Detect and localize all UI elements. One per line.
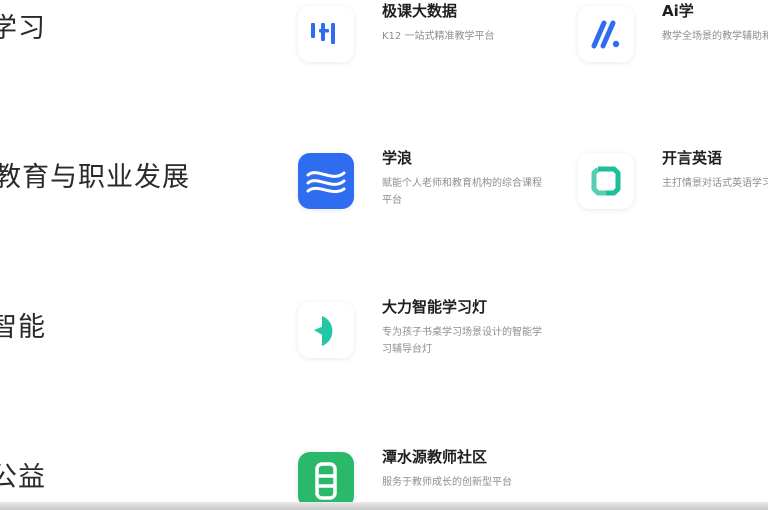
- tanshuiyuan-icon: [298, 452, 354, 508]
- jike-bars-icon: [298, 6, 354, 62]
- product-name: 极课大数据: [382, 2, 458, 20]
- product-desc: 教学全场景的教学辅助和资源平台: [662, 31, 768, 42]
- category-education-career: 教育与职业发展: [0, 162, 190, 193]
- page: 学习 教育与职业发展 智能 公益 极课大数据 K12 一站式精准教学平台 Ai学…: [0, 0, 768, 510]
- window-bottom-edge: [0, 502, 768, 510]
- category-smart: 智能: [0, 312, 46, 343]
- product-desc: 专为孩子书桌学习场景设计的智能学习辅导台灯: [382, 327, 542, 355]
- product-name: 潭水源教师社区: [382, 448, 488, 466]
- product-name: 开言英语: [662, 149, 723, 167]
- category-learning: 学习: [0, 13, 46, 44]
- product-desc: 主打情景对话式英语学习App: [662, 178, 768, 189]
- product-desc: K12 一站式精准教学平台: [382, 31, 495, 42]
- ai-xue-icon: [578, 6, 634, 62]
- product-desc: 赋能个人老师和教育机构的综合课程平台: [382, 178, 542, 206]
- category-public-welfare: 公益: [0, 462, 46, 493]
- xuelang-waves-icon: [298, 153, 354, 209]
- product-name: Ai学: [662, 2, 694, 20]
- kaiyan-icon: [578, 153, 634, 209]
- product-name: 学浪: [382, 149, 413, 167]
- product-desc: 服务于教师成长的创新型平台: [382, 477, 512, 488]
- dali-lamp-icon: [298, 302, 354, 358]
- product-name: 大力智能学习灯: [382, 298, 488, 316]
